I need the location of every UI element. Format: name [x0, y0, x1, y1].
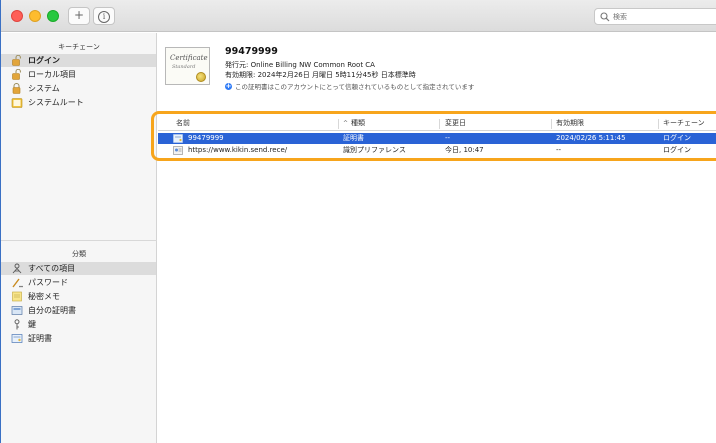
- column-header-modified[interactable]: 変更日: [445, 118, 466, 130]
- row-keychain: ログイン: [663, 146, 691, 154]
- row-kind: 識別プリファレンス: [343, 146, 406, 154]
- row-kind: 証明書: [343, 134, 364, 142]
- sidebar-item-label: 自分の証明書: [28, 306, 76, 315]
- row-modified: 今日, 10:47: [445, 146, 484, 154]
- sidebar-item-label: 鍵: [28, 320, 36, 329]
- sidebar-item-secure-notes[interactable]: 秘密メモ: [1, 290, 156, 303]
- search-icon: [600, 12, 610, 22]
- certificate-title: 99479999: [225, 46, 278, 57]
- column-separator: [439, 119, 440, 129]
- sidebar-item-system[interactable]: システム: [1, 82, 156, 95]
- row-name: https://www.kikin.send.rece/: [188, 146, 288, 154]
- column-separator: [658, 119, 659, 129]
- sidebar-item-label: ログイン: [28, 56, 60, 65]
- lock-icon: [12, 83, 21, 94]
- sidebar-item-my-certificates[interactable]: 自分の証明書: [1, 304, 156, 317]
- my-certificate-icon: [11, 306, 23, 315]
- row-expires: 2024/02/26 5:11:45: [556, 134, 626, 142]
- sidebar-item-label: 秘密メモ: [28, 292, 60, 301]
- close-window-button[interactable]: [11, 10, 23, 22]
- get-info-button[interactable]: i: [93, 7, 115, 25]
- minimize-window-button[interactable]: [29, 10, 41, 22]
- certificate-issuer: 発行元: Online Billing NW Common Root CA: [225, 61, 375, 69]
- zoom-window-button[interactable]: [47, 10, 59, 22]
- column-separator: [338, 119, 339, 129]
- toolbar: + i: [1, 0, 716, 32]
- folder-icon: [11, 98, 23, 108]
- sidebar-item-label: すべての項目: [28, 264, 76, 273]
- row-expires: --: [556, 146, 562, 154]
- row-keychain: ログイン: [663, 134, 691, 142]
- main-pane: Certificate Standard 99479999 発行元: Onlin…: [158, 33, 716, 443]
- trust-status: + この証明書はこのアカウントにとって信頼されているものとして指定されています: [225, 81, 474, 91]
- sort-ascending-icon: ^: [343, 120, 349, 127]
- categories-header: 分類: [72, 250, 86, 258]
- certificate-image-text: Certificate: [170, 54, 208, 62]
- people-icon: [12, 263, 22, 274]
- row-modified: --: [445, 134, 451, 142]
- table-header-divider: [158, 130, 716, 131]
- note-icon: [12, 291, 22, 302]
- sidebar-item-keys[interactable]: 鍵: [1, 318, 156, 331]
- column-separator: [551, 119, 552, 129]
- sidebar-item-label: ローカル項目: [28, 70, 76, 79]
- password-icon: [12, 278, 23, 288]
- column-header-expires[interactable]: 有効期限: [556, 118, 584, 130]
- sidebar-item-passwords[interactable]: パスワード: [1, 276, 156, 289]
- table-row[interactable]: 99479999 証明書 -- 2024/02/26 5:11:45 ログイン: [158, 133, 716, 144]
- trust-status-text: この証明書はこのアカウントにとって信頼されているものとして指定されています: [235, 83, 475, 91]
- sidebar-item-certificates[interactable]: 証明書: [1, 332, 156, 345]
- search-input[interactable]: [613, 10, 713, 23]
- keychain-access-window: + i キーチェーン ログイン ローカル項目: [0, 0, 716, 443]
- certificate-icon: [11, 334, 23, 343]
- seal-icon: [196, 72, 206, 82]
- column-header-kind[interactable]: ^ 種類: [343, 118, 365, 130]
- identity-preference-icon: [173, 146, 183, 155]
- sidebar-item-login[interactable]: ログイン: [1, 54, 156, 67]
- sidebar-item-label: システム: [28, 84, 60, 93]
- lock-open-icon: [12, 55, 21, 66]
- plus-icon: +: [73, 8, 85, 22]
- keychains-header: キーチェーン: [58, 43, 100, 51]
- sidebar-item-all-items[interactable]: すべての項目: [1, 262, 156, 275]
- sidebar: キーチェーン ログイン ローカル項目 システム システムルート 分類 すべての項…: [1, 33, 157, 443]
- sidebar-item-local-items[interactable]: ローカル項目: [1, 68, 156, 81]
- key-icon: [14, 319, 20, 330]
- sidebar-divider: [1, 240, 157, 241]
- column-header-name[interactable]: 名前: [176, 118, 190, 130]
- certificate-icon: [173, 134, 183, 143]
- trusted-plus-icon: +: [225, 81, 232, 90]
- sidebar-item-label: 証明書: [28, 334, 52, 343]
- certificate-image: Certificate Standard: [165, 47, 210, 85]
- sidebar-item-label: パスワード: [28, 278, 68, 287]
- sidebar-item-label: システムルート: [28, 98, 84, 107]
- search-field[interactable]: [594, 8, 716, 25]
- lock-open-icon: [12, 69, 21, 80]
- info-icon: i: [98, 11, 110, 23]
- add-item-button[interactable]: +: [68, 7, 90, 25]
- row-name: 99479999: [188, 134, 224, 142]
- table-row[interactable]: https://www.kikin.send.rece/ 識別プリファレンス 今…: [158, 145, 716, 156]
- column-header-keychain[interactable]: キーチェーン: [663, 118, 705, 130]
- certificate-expiry: 有効期限: 2024年2月26日 月曜日 5時11分45秒 日本標準時: [225, 71, 416, 79]
- sidebar-item-system-roots[interactable]: システムルート: [1, 96, 156, 109]
- certificate-image-subtext: Standard: [172, 64, 196, 70]
